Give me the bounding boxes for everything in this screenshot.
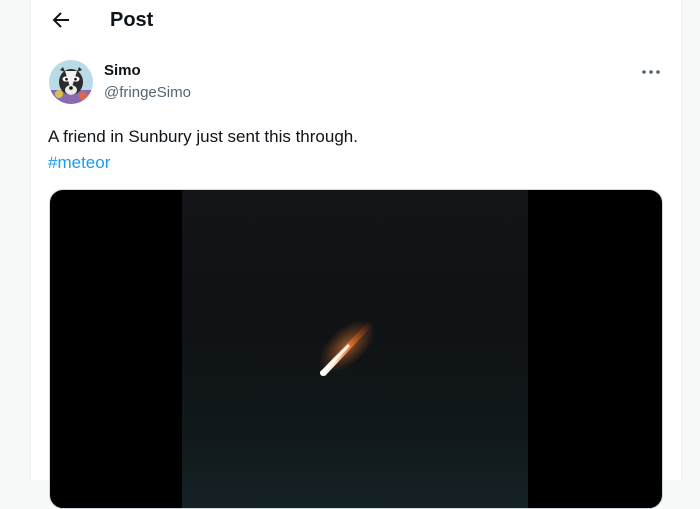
post-text: A friend in Sunbury just sent this throu… (48, 127, 358, 146)
meteor-streak-image (319, 319, 375, 376)
page-title: Post (110, 9, 154, 31)
post-column: Post Simo @fringeSimo A friend in Sunbur… (30, 0, 682, 509)
more-dots-icon (642, 70, 660, 74)
video-frame (182, 190, 528, 508)
hashtag-link[interactable]: #meteor (48, 151, 110, 175)
back-button[interactable] (49, 8, 73, 32)
arrow-left-icon (52, 12, 69, 28)
author-display-name[interactable]: Simo (104, 62, 141, 80)
author-handle[interactable]: @fringeSimo (104, 84, 191, 102)
post-header: Post (31, 0, 681, 40)
video-player[interactable] (49, 189, 663, 509)
badger-avatar-icon (49, 60, 93, 104)
avatar[interactable] (49, 60, 93, 104)
more-options-button[interactable] (639, 62, 663, 82)
